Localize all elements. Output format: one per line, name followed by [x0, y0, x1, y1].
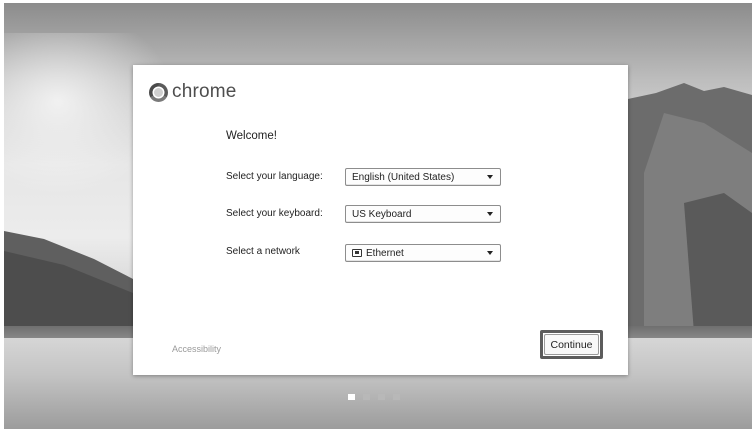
keyboard-select[interactable]: US Keyboard — [345, 205, 501, 223]
chrome-logo-text: chrome — [172, 81, 237, 102]
welcome-heading: Welcome! — [226, 130, 277, 142]
ethernet-icon — [352, 249, 362, 257]
accessibility-link[interactable]: Accessibility — [172, 344, 221, 354]
step-indicator — [348, 394, 400, 400]
dropdown-arrow-icon — [487, 175, 493, 179]
network-select[interactable]: Ethernet — [345, 244, 501, 262]
setup-dialog: chrome Welcome! Select your language: En… — [133, 65, 628, 375]
language-label: Select your language: — [226, 171, 323, 182]
language-value: English (United States) — [352, 171, 455, 183]
step-dot — [348, 394, 355, 400]
keyboard-label: Select your keyboard: — [226, 208, 323, 219]
dropdown-arrow-icon — [487, 251, 493, 255]
chrome-logo: chrome — [149, 81, 237, 103]
chrome-logo-icon — [149, 82, 168, 102]
step-dot — [393, 394, 400, 400]
language-select[interactable]: English (United States) — [345, 168, 501, 186]
continue-button[interactable]: Continue — [544, 334, 599, 355]
network-label: Select a network — [226, 246, 300, 257]
step-dot — [378, 394, 385, 400]
step-dot — [363, 394, 370, 400]
keyboard-value: US Keyboard — [352, 208, 412, 220]
network-value: Ethernet — [366, 247, 404, 259]
dropdown-arrow-icon — [487, 212, 493, 216]
